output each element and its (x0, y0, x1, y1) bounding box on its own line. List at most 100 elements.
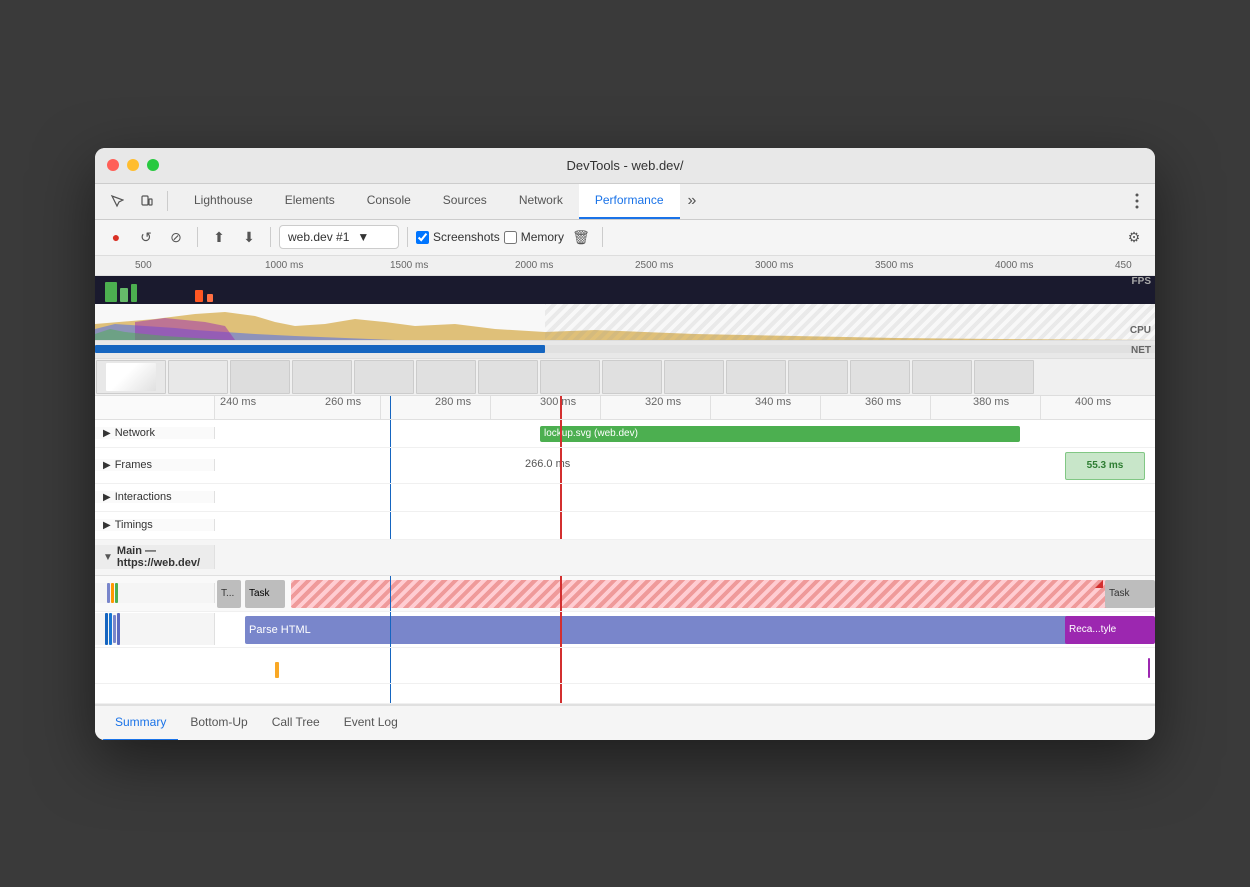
devtools-window: DevTools - web.dev/ Lighthouse Elements … (95, 148, 1155, 740)
inspect-element-button[interactable] (103, 187, 131, 215)
interactions-row-label[interactable]: ▶ Interactions (95, 491, 215, 503)
timings-expand-icon[interactable]: ▶ (103, 520, 111, 531)
detail-row (95, 648, 1155, 684)
tab-console[interactable]: Console (351, 183, 427, 219)
time-marker-3500: 3500 ms (875, 260, 913, 271)
cpu-row: CPU (95, 304, 1155, 340)
record-button[interactable]: ● (103, 224, 129, 250)
task-row-label (95, 583, 215, 603)
task-short-label: T... (221, 588, 234, 599)
recalc-label: Reca...tyle (1069, 624, 1116, 635)
tab-elements[interactable]: Elements (269, 183, 351, 219)
interactions-blue-line (390, 484, 391, 511)
overview-container: 500 1000 ms 1500 ms 2000 ms 2500 ms 3000… (95, 256, 1155, 396)
tab-sources[interactable]: Sources (427, 183, 503, 219)
clear-button[interactable]: ⊘ (163, 224, 189, 250)
timings-red-line (560, 512, 562, 539)
main-time-380: 380 ms (973, 396, 1009, 408)
timeline-cursor-red (560, 396, 562, 419)
screenshot-thumb-12 (788, 360, 848, 394)
main-timeline-area: 240 ms 260 ms 280 ms 300 ms 320 ms 340 m… (95, 396, 1155, 704)
network-timeline-row: ▶ Network lockup.svg (web.dev) (95, 420, 1155, 448)
task-label-bar: Task (245, 580, 285, 608)
fps-row: FPS (95, 276, 1155, 304)
screenshot-thumb-10 (664, 360, 724, 394)
performance-controls: ● ↺ ⊘ ⬆ ⬇ web.dev #1 ▼ Screenshots Memor… (95, 220, 1155, 256)
timings-label: Timings (115, 519, 153, 531)
tab-performance[interactable]: Performance (579, 183, 680, 219)
bottom-tab-event-log[interactable]: Event Log (332, 705, 410, 740)
main-label: Main — https://web.dev/ (117, 545, 206, 569)
upload-button[interactable]: ⬆ (206, 224, 232, 250)
frames-expand-icon[interactable]: ▶ (103, 460, 111, 471)
url-value: web.dev #1 (288, 230, 349, 244)
parse-html-bar: Parse HTML (245, 616, 1115, 644)
settings-button[interactable]: ⚙ (1121, 224, 1147, 250)
url-dropdown-icon: ▼ (357, 230, 369, 244)
close-button[interactable] (107, 159, 119, 171)
parse-html-row-content: Parse HTML Reca...tyle (215, 612, 1155, 647)
network-label: Network (115, 427, 155, 439)
main-section-row: ▼ Main — https://web.dev/ (95, 540, 1155, 576)
parse-html-label: Parse HTML (249, 624, 311, 636)
window-title: DevTools - web.dev/ (566, 158, 683, 173)
timings-row-content (215, 512, 1155, 539)
screenshot-thumb-8 (540, 360, 600, 394)
download-button[interactable]: ⬇ (236, 224, 262, 250)
cpu-label: CPU (1130, 325, 1151, 336)
main-collapse-icon[interactable]: ▼ (103, 552, 113, 563)
empty-red-line (560, 684, 562, 703)
time-marker-450: 450 (1115, 260, 1132, 271)
screenshot-thumb-7 (478, 360, 538, 394)
screenshot-thumb-5 (354, 360, 414, 394)
task-label: Task (249, 588, 270, 599)
time-marker-1000: 1000 ms (265, 260, 303, 271)
main-row-label[interactable]: ▼ Main — https://web.dev/ (95, 545, 215, 569)
maximize-button[interactable] (147, 159, 159, 171)
main-time-320: 320 ms (645, 396, 681, 408)
frames-label: Frames (115, 459, 152, 471)
task-row: T... Task Task (95, 576, 1155, 612)
network-expand-icon[interactable]: ▶ (103, 428, 111, 439)
tabs-container: Lighthouse Elements Console Sources Netw… (174, 183, 1125, 219)
memory-checkbox-group: Memory (504, 230, 564, 244)
more-tabs-button[interactable]: » (680, 183, 705, 219)
frames-highlight-bar: 55.3 ms (1065, 452, 1145, 480)
frames-highlight-value: 55.3 ms (1087, 460, 1124, 471)
network-row-label[interactable]: ▶ Network (95, 427, 215, 439)
screenshots-checkbox-group: Screenshots (416, 230, 500, 244)
devtools-menu-button[interactable] (1127, 183, 1147, 219)
interactions-expand-icon[interactable]: ▶ (103, 492, 111, 503)
memory-label: Memory (521, 230, 564, 244)
network-blue-line (390, 420, 391, 447)
main-time-340: 340 ms (755, 396, 791, 408)
frames-row-label[interactable]: ▶ Frames (95, 459, 215, 471)
network-bar-lockup: lockup.svg (web.dev) (540, 426, 1020, 442)
screenshots-checkbox[interactable] (416, 231, 429, 244)
main-time-400: 400 ms (1075, 396, 1111, 408)
reload-record-button[interactable]: ↺ (133, 224, 159, 250)
controls-sep-2 (270, 227, 271, 247)
url-selector[interactable]: web.dev #1 ▼ (279, 225, 399, 249)
screenshots-label: Screenshots (433, 230, 500, 244)
time-marker-2000: 2000 ms (515, 260, 553, 271)
bottom-tab-summary[interactable]: Summary (103, 705, 178, 740)
controls-sep-3 (407, 227, 408, 247)
timings-timeline-row: ▶ Timings (95, 512, 1155, 540)
memory-checkbox[interactable] (504, 231, 517, 244)
task-row-content: T... Task Task (215, 576, 1155, 611)
network-red-line (560, 420, 562, 447)
minimize-button[interactable] (127, 159, 139, 171)
bottom-tab-bottom-up[interactable]: Bottom-Up (178, 705, 259, 740)
detail-purple-bar (1148, 658, 1150, 678)
timings-row-label[interactable]: ▶ Timings (95, 519, 215, 531)
main-time-300: 300 ms (540, 396, 576, 408)
tab-lighthouse[interactable]: Lighthouse (178, 183, 269, 219)
tab-network[interactable]: Network (503, 183, 579, 219)
task-right-label: Task (1109, 588, 1130, 599)
main-time-360: 360 ms (865, 396, 901, 408)
task-right-bar: Task (1105, 580, 1155, 608)
clear-recordings-button[interactable]: 🗑 (568, 224, 594, 250)
device-toggle-button[interactable] (133, 187, 161, 215)
bottom-tab-call-tree[interactable]: Call Tree (260, 705, 332, 740)
